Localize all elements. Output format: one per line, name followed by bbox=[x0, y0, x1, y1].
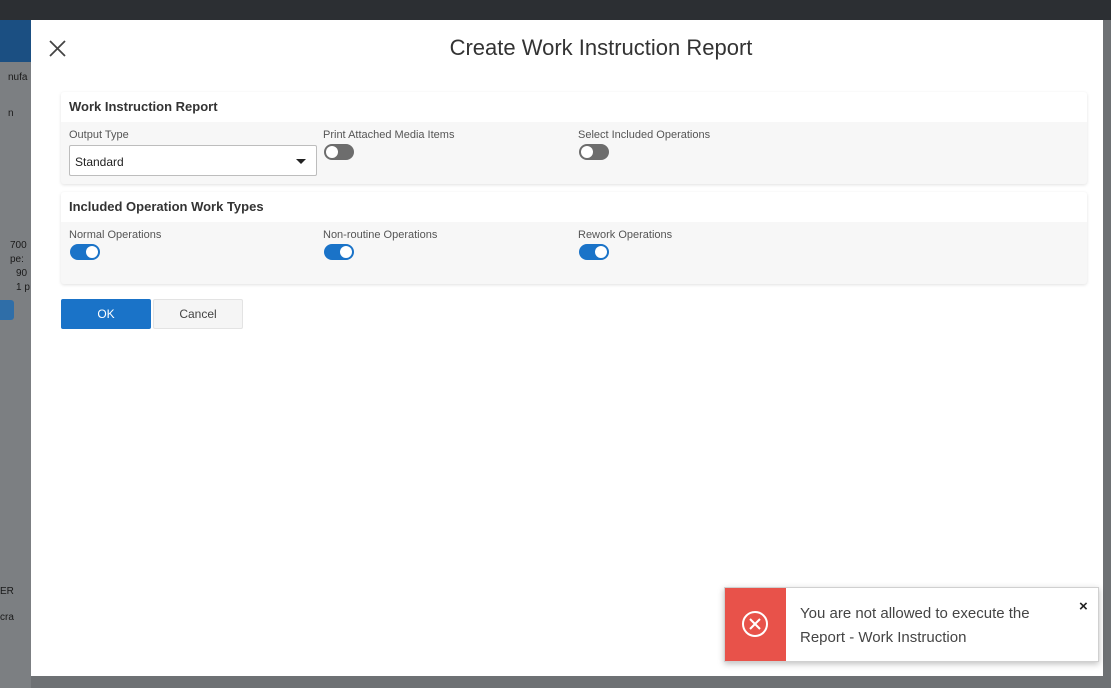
rework-operations-field: Rework Operations bbox=[578, 229, 673, 260]
toggle-knob bbox=[340, 246, 352, 258]
toast-message-line: You are not allowed to execute the bbox=[800, 605, 1030, 622]
toggle-knob bbox=[86, 246, 98, 258]
caret-down-icon bbox=[296, 159, 306, 164]
background-app-sidebar: nufa n 700 pe: 90 1 p ER cra bbox=[0, 20, 31, 688]
background-browser-bar bbox=[0, 0, 1111, 20]
background-fragment: n bbox=[8, 108, 14, 119]
background-fragment: ER bbox=[0, 586, 14, 597]
background-right-panel bbox=[1103, 20, 1111, 688]
output-type-value: Standard bbox=[75, 155, 124, 169]
error-toast: You are not allowed to execute the Repor… bbox=[724, 587, 1099, 662]
work-types-section: Included Operation Work Types Normal Ope… bbox=[61, 192, 1087, 284]
print-media-toggle[interactable] bbox=[324, 144, 354, 160]
print-media-label: Print Attached Media Items bbox=[323, 129, 455, 141]
select-operations-toggle[interactable] bbox=[579, 144, 609, 160]
section-heading: Work Instruction Report bbox=[61, 92, 1087, 122]
toast-error-strip bbox=[725, 588, 786, 661]
background-fragment: pe: bbox=[10, 254, 24, 265]
print-media-field: Print Attached Media Items bbox=[323, 129, 455, 160]
background-fragment: cra bbox=[0, 612, 14, 623]
toggle-knob bbox=[326, 146, 338, 158]
normal-operations-label: Normal Operations bbox=[69, 229, 162, 241]
output-type-field: Output Type Standard bbox=[69, 129, 317, 176]
toast-message-line: Report - Work Instruction bbox=[800, 629, 967, 646]
work-instruction-report-section: Work Instruction Report Output Type Stan… bbox=[61, 92, 1087, 184]
toggle-knob bbox=[581, 146, 593, 158]
cancel-button[interactable]: Cancel bbox=[153, 299, 243, 329]
background-fragment: 1 p bbox=[16, 282, 30, 293]
output-type-select[interactable]: Standard bbox=[69, 145, 317, 176]
ok-button[interactable]: OK bbox=[61, 299, 151, 329]
toast-close-button[interactable]: × bbox=[1079, 598, 1088, 615]
nonroutine-operations-toggle[interactable] bbox=[324, 244, 354, 260]
create-report-dialog: Create Work Instruction Report Work Inst… bbox=[31, 20, 1103, 676]
dialog-title: Create Work Instruction Report bbox=[449, 35, 753, 60]
background-bottom-strip bbox=[31, 676, 1103, 688]
toggle-knob bbox=[595, 246, 607, 258]
normal-operations-toggle[interactable] bbox=[70, 244, 100, 260]
rework-operations-label: Rework Operations bbox=[578, 229, 673, 241]
select-operations-field: Select Included Operations bbox=[578, 129, 711, 160]
background-button bbox=[0, 300, 14, 320]
toast-message: You are not allowed to execute the Repor… bbox=[800, 602, 1070, 650]
section-heading: Included Operation Work Types bbox=[61, 192, 1087, 222]
background-fragment: 700 bbox=[10, 240, 27, 251]
rework-operations-toggle[interactable] bbox=[579, 244, 609, 260]
normal-operations-field: Normal Operations bbox=[69, 229, 162, 260]
background-app-header bbox=[0, 20, 31, 62]
background-fragment: nufa bbox=[8, 72, 28, 83]
error-circle-icon bbox=[742, 611, 768, 637]
nonroutine-operations-field: Non-routine Operations bbox=[323, 229, 438, 260]
output-type-label: Output Type bbox=[69, 129, 129, 141]
nonroutine-operations-label: Non-routine Operations bbox=[323, 229, 438, 241]
background-fragment: 90 bbox=[16, 268, 28, 279]
select-operations-label: Select Included Operations bbox=[578, 129, 711, 141]
